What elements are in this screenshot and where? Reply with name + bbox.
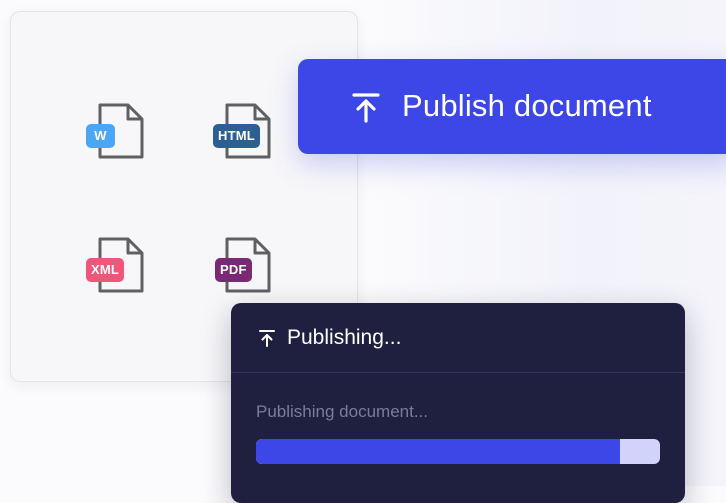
file-format-badge-pdf: PDF bbox=[215, 258, 252, 282]
upload-arrow-icon bbox=[352, 93, 380, 123]
publishing-panel-header: Publishing... bbox=[231, 303, 685, 373]
upload-arrow-icon bbox=[259, 330, 275, 347]
xml-file-icon[interactable]: XML bbox=[86, 236, 146, 296]
publishing-panel-title: Publishing... bbox=[287, 326, 402, 349]
pdf-file-icon[interactable]: PDF bbox=[213, 236, 273, 296]
publish-document-button[interactable]: Publish document bbox=[298, 59, 726, 154]
file-format-badge-html: HTML bbox=[213, 124, 260, 148]
html-file-icon[interactable]: HTML bbox=[213, 102, 273, 162]
file-format-badge-xml: XML bbox=[86, 258, 125, 282]
publishing-progress-bar bbox=[256, 439, 660, 464]
file-format-badge-word: W bbox=[86, 124, 115, 148]
publishing-progress-fill bbox=[256, 439, 620, 464]
publishing-status-text: Publishing document... bbox=[256, 402, 428, 421]
word-file-icon[interactable]: W bbox=[86, 102, 146, 162]
publish-button-label: Publish document bbox=[402, 88, 652, 123]
publishing-panel: Publishing... Publishing document... bbox=[231, 303, 685, 503]
